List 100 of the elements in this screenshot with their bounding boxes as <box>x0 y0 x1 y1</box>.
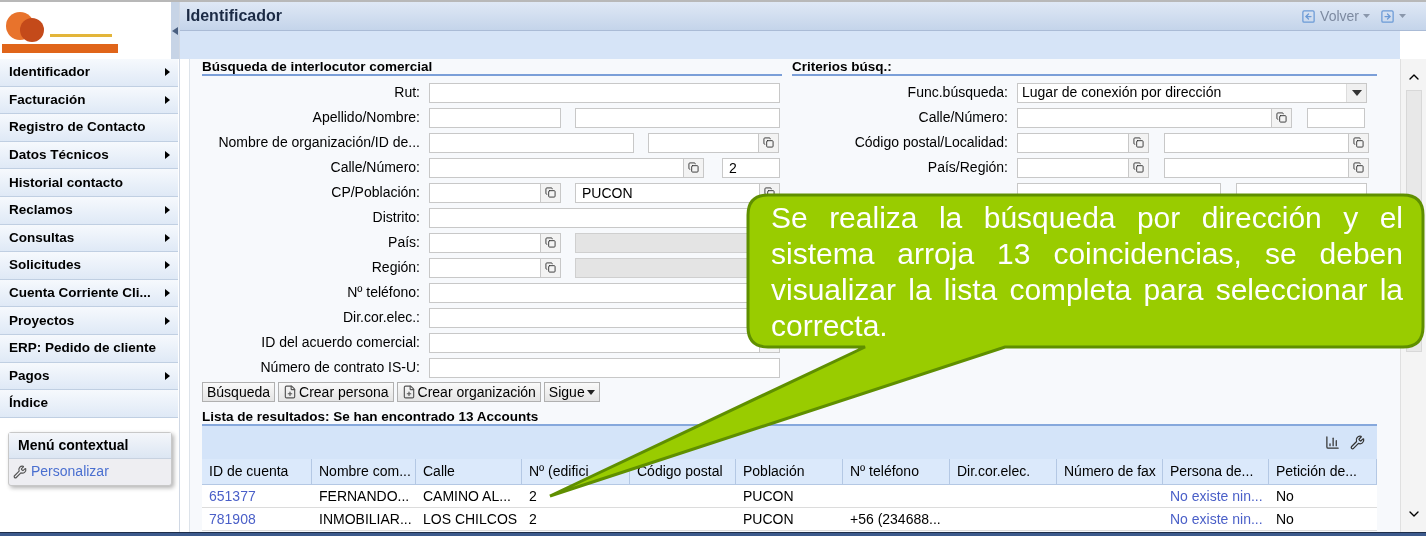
callout-tooltip-text: Se realiza la búsqueda por dirección y el sistema arroja 13 coincidencias, se deben visualizar la lista completa para seleccionar la correcta. <box>771 200 1403 344</box>
column-header[interactable]: Dir.cor.elec. <box>950 459 1057 484</box>
overlapping-squares-icon <box>1353 162 1364 173</box>
sidebar-item[interactable]: Reclamos <box>0 196 178 225</box>
context-menu-link[interactable]: Personalizar <box>31 461 109 483</box>
table-cell-text: +56 (234688... <box>850 509 941 529</box>
column-header[interactable]: ID de cuenta <box>202 459 312 484</box>
caret-icon <box>1363 14 1370 18</box>
input-field[interactable] <box>429 257 541 278</box>
input-field[interactable] <box>1017 132 1129 153</box>
submenu-arrow-icon <box>165 95 170 104</box>
field-label: Apellido/Nombre: <box>312 108 420 127</box>
column-header[interactable]: Persona de... <box>1163 459 1269 484</box>
input-field[interactable] <box>429 107 561 128</box>
field-label: Nombre de organización/ID de... <box>218 133 420 152</box>
lookup-button[interactable] <box>1129 157 1149 178</box>
field-label: Calle/Número: <box>918 108 1008 127</box>
toolbar-button[interactable]: Crear organización <box>396 382 541 402</box>
sidebar-item[interactable]: Solicitudes <box>0 252 178 280</box>
submenu-arrow-icon <box>165 68 170 77</box>
submenu-arrow-icon <box>165 289 170 298</box>
overlapping-squares-icon <box>1276 112 1287 123</box>
table-link[interactable]: 781908 <box>209 508 256 530</box>
input-field[interactable]: PUCON <box>575 182 760 203</box>
table-cell-text: LOS CHILCOS <box>423 509 518 529</box>
input-field[interactable] <box>648 132 759 153</box>
overlapping-squares-icon <box>545 262 556 273</box>
lookup-button[interactable] <box>541 182 561 203</box>
column-header[interactable]: Calle <box>416 459 522 484</box>
toolbar-button[interactable]: Búsqueda <box>202 382 276 402</box>
collapse-handle[interactable] <box>171 2 179 59</box>
field-label: Dir.cor.elec.: <box>342 308 420 327</box>
sidebar-item[interactable]: Cuenta Corriente Cli... <box>0 279 178 308</box>
lookup-button[interactable] <box>1349 132 1369 153</box>
column-header[interactable]: Petición de... <box>1269 459 1377 484</box>
input-field[interactable] <box>1017 157 1129 178</box>
overlapping-squares-icon <box>763 137 774 148</box>
sidebar-item[interactable]: Identificador <box>0 59 178 87</box>
new-document-icon <box>401 385 416 399</box>
table-cell-text: PUCON <box>743 486 794 506</box>
dropdown-caret-icon <box>1346 83 1366 102</box>
table-link[interactable]: No existe nin... <box>1170 485 1263 507</box>
field-label: CP/Población: <box>331 183 420 202</box>
input-field[interactable] <box>575 107 780 128</box>
sidebar-item[interactable]: Historial contacto <box>0 169 178 197</box>
sidebar-item[interactable]: Facturación <box>0 86 178 115</box>
column-header[interactable]: Nombre com... <box>312 459 416 484</box>
toolbar-button[interactable]: Sigue <box>543 382 600 402</box>
input-field[interactable]: 2 <box>722 157 780 178</box>
input-field[interactable] <box>429 182 541 203</box>
input-field[interactable] <box>1164 157 1349 178</box>
field-label: Código postal/Localidad: <box>854 133 1008 152</box>
sidebar-item[interactable]: Proyectos <box>0 307 178 335</box>
lookup-button[interactable] <box>684 157 704 178</box>
field-label: Calle/Número: <box>330 158 420 177</box>
lookup-button[interactable] <box>1349 157 1369 178</box>
section-title: Criterios búsq.: <box>792 59 1377 76</box>
new-document-icon <box>283 385 298 399</box>
input-field[interactable] <box>429 232 541 253</box>
sidebar-item[interactable]: Datos Técnicos <box>0 141 178 170</box>
sidebar-item[interactable]: Índice <box>0 390 178 418</box>
settings-icon[interactable] <box>1350 435 1365 450</box>
lookup-button[interactable] <box>541 257 561 278</box>
table-link[interactable]: 651377 <box>209 485 256 507</box>
overlapping-squares-icon <box>1133 162 1144 173</box>
toolbar-button[interactable]: Crear persona <box>278 382 394 402</box>
chart-icon[interactable] <box>1325 435 1340 450</box>
input-field[interactable] <box>1164 132 1349 153</box>
search-function-dropdown[interactable]: Lugar de conexión por dirección <box>1017 82 1367 103</box>
lookup-button[interactable] <box>1272 107 1292 128</box>
field-label: País/Región: <box>927 158 1008 177</box>
lookup-button[interactable] <box>541 232 561 253</box>
table-cell-text: No <box>1276 486 1294 506</box>
submenu-arrow-icon <box>165 371 170 380</box>
input-field[interactable] <box>429 357 780 378</box>
column-header[interactable]: Población <box>736 459 843 484</box>
input-field[interactable] <box>429 332 760 353</box>
sidebar-item[interactable]: ERP: Pedido de cliente <box>0 334 178 363</box>
field-label: Func.búsqueda: <box>907 83 1008 102</box>
sidebar-item[interactable]: Pagos <box>0 362 178 391</box>
overlapping-squares-icon <box>545 237 556 248</box>
submenu-arrow-icon <box>165 151 170 160</box>
field-label: Nº teléfono: <box>347 283 420 302</box>
lookup-button[interactable] <box>1129 132 1149 153</box>
input-field[interactable] <box>1017 107 1272 128</box>
input-field[interactable] <box>429 132 634 153</box>
table-link[interactable]: No existe nin... <box>1170 508 1263 530</box>
table-cell-text: 2 <box>529 509 537 529</box>
column-header[interactable]: Nº teléfono <box>843 459 950 484</box>
field-label: Distrito: <box>372 208 420 227</box>
submenu-arrow-icon <box>165 233 170 242</box>
table-cell-text: 2 <box>529 486 537 506</box>
sidebar-item[interactable]: Consultas <box>0 224 178 253</box>
context-menu-title: Menú contextual <box>9 432 171 459</box>
lookup-button[interactable] <box>759 132 779 153</box>
input-field[interactable] <box>429 82 780 103</box>
column-header[interactable]: Número de fax <box>1057 459 1163 484</box>
sidebar-item[interactable]: Registro de Contacto <box>0 114 178 142</box>
input-field[interactable] <box>1307 107 1365 128</box>
input-field[interactable] <box>429 157 684 178</box>
